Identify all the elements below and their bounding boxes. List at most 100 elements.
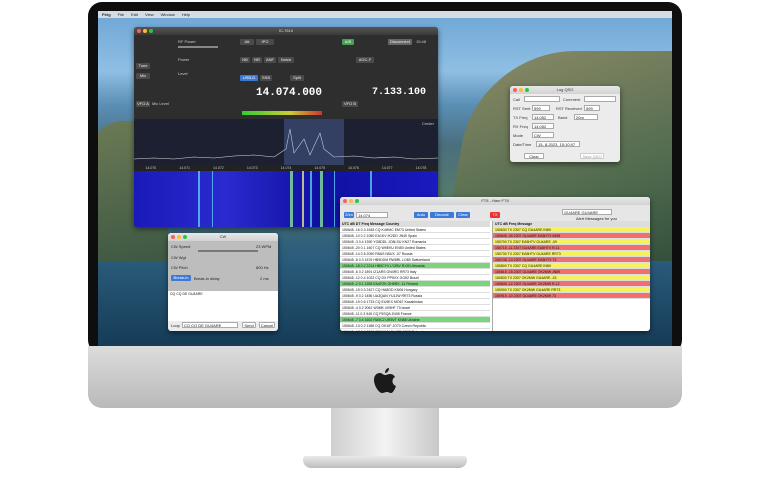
cancel-button[interactable]: Cancel	[259, 322, 275, 328]
radio-titlebar: IC-7610	[134, 27, 438, 35]
log-title: Log QSO	[556, 87, 574, 92]
level-label: Level	[178, 71, 188, 76]
cw-window: CW CW Speed 23 WPM CW Wgt CW Pitch 800 H…	[168, 233, 278, 331]
table-row[interactable]: 150645 -17 0.1 2312 SP9AWY DL6ZB JO62 Po…	[340, 329, 490, 331]
zoom-icon[interactable]	[183, 235, 187, 239]
mode-usb-button[interactable]: USB-D	[240, 75, 258, 81]
decode-list: UTC dB DT Freq Message Country 150645 -1…	[340, 221, 490, 331]
radio-title: IC-7610	[278, 28, 294, 33]
radio-panel: RF Power Power Tune Mic Level Mic Level …	[134, 35, 438, 119]
minimize-icon[interactable]	[519, 88, 523, 92]
cw-title: CW	[219, 234, 227, 239]
vfo-b-frequency[interactable]: 7.133.100	[372, 87, 426, 98]
vfo-a-frequency[interactable]: 14.074.000	[256, 87, 322, 99]
mode-ssb-button[interactable]: SSB	[260, 75, 272, 81]
close-icon[interactable]	[171, 235, 175, 239]
tx-freq-input[interactable]: 14.052	[532, 114, 554, 120]
spectrum-display: Center	[134, 119, 438, 165]
rst-recv-label: RST Received	[556, 106, 582, 111]
save-qso-button[interactable]: Save QSO	[580, 153, 604, 159]
tx-message-input[interactable]: GU4ARE GU4ARE	[562, 209, 612, 215]
tx-button[interactable]: TX	[490, 212, 500, 218]
menu-item-view[interactable]: View	[145, 12, 154, 17]
tx-freq-label: TX Freq	[513, 115, 528, 120]
rf-power-slider[interactable]	[178, 46, 218, 48]
mode-select[interactable]: CW	[532, 132, 554, 138]
desktop-screen: Flrig File Edit View Window Help IC-7610 RF P…	[98, 11, 672, 346]
comment-input[interactable]	[584, 96, 616, 102]
ft8-window: FT8 - Ham FT8 20m 14.074 Auto Decode Cle…	[340, 197, 650, 331]
s-meter	[242, 111, 322, 115]
spectrum-trace	[134, 119, 438, 165]
mic-level-label: Mic Level	[152, 101, 169, 106]
minimize-icon[interactable]	[349, 199, 353, 203]
cw-text-area[interactable]: CQ CQ DE GU4ARE	[168, 291, 278, 321]
cw-speed-slider[interactable]	[198, 250, 258, 252]
clock: 15:48	[416, 39, 427, 44]
close-icon[interactable]	[343, 199, 347, 203]
call-label: Call	[513, 97, 520, 102]
ft8-freq-input[interactable]: 14.074	[356, 212, 388, 218]
rst-sent-label: RST Sent	[513, 106, 531, 111]
rx-freq-input[interactable]: 14.052	[532, 123, 554, 129]
power-label: Power	[178, 57, 190, 62]
minimize-icon[interactable]	[143, 29, 147, 33]
menu-item-help[interactable]: Help	[182, 12, 190, 17]
a-b-button[interactable]: A/B	[342, 39, 354, 45]
zoom-icon[interactable]	[525, 88, 529, 92]
vfo-a-button[interactable]: VFO A	[136, 101, 150, 107]
decode-button[interactable]: Decode	[430, 212, 454, 218]
list-item[interactable]: 150915 -10 2307 GU4ARE OK2MW 73	[493, 293, 650, 299]
rst-recv-input[interactable]: 599	[584, 105, 600, 111]
tune-button[interactable]: Tune	[136, 63, 150, 69]
att-button[interactable]: Att	[240, 39, 254, 45]
menu-item-window[interactable]: Window	[161, 12, 175, 17]
cw-input[interactable]: CQ CQ DE GU4ARE	[182, 322, 238, 328]
send-button[interactable]: Send	[242, 322, 256, 328]
anf-button[interactable]: ANF	[264, 57, 276, 63]
ft8-titlebar: FT8 - Ham FT8	[340, 197, 650, 205]
close-icon[interactable]	[137, 29, 141, 33]
imac-frame: Flrig File Edit View Window Help IC-7610 RF P…	[0, 0, 768, 480]
cw-speed-value: 23 WPM	[256, 244, 272, 249]
apple-logo-icon	[374, 368, 396, 394]
cw-macro-text: CQ CQ DE GU4ARE	[170, 292, 203, 296]
nb-button[interactable]: NB	[240, 57, 250, 63]
clear-button[interactable]: Clear	[524, 153, 544, 159]
auto-button[interactable]: Auto	[414, 212, 428, 218]
zoom-icon[interactable]	[149, 29, 153, 33]
minimize-icon[interactable]	[177, 235, 181, 239]
log-titlebar: Log QSO	[510, 86, 620, 94]
nr-button[interactable]: NR	[252, 57, 262, 63]
mode-label: Mode	[513, 133, 524, 138]
rst-sent-input[interactable]: 599	[532, 105, 550, 111]
menu-item-flrig[interactable]: Flrig	[102, 12, 111, 17]
cw-pitch-value: 800 Hz	[256, 265, 269, 270]
imac-stand-foot	[303, 456, 467, 468]
zoom-icon[interactable]	[355, 199, 359, 203]
ft8-clear-button[interactable]: Clear	[456, 212, 470, 218]
vfo-b-button[interactable]: VFO B	[342, 101, 358, 107]
split-button[interactable]: Split	[290, 75, 304, 81]
menu-item-file[interactable]: File	[118, 12, 124, 17]
log-qso-window: Log QSO Call Comment RST Sent 599 RST Re…	[510, 86, 620, 162]
ft8-toolbar: 20m 14.074 Auto Decode Clear TX GU4ARE G…	[340, 205, 650, 221]
call-input[interactable]	[524, 96, 560, 102]
comment-label: Comment	[563, 97, 581, 102]
break-in-button[interactable]: Break-in	[171, 275, 191, 281]
band-label: Band	[558, 115, 568, 120]
mic-button[interactable]: Mic	[136, 73, 150, 79]
cw-titlebar: CW	[168, 233, 278, 241]
disconnect-button[interactable]: Disconnect	[388, 39, 412, 45]
date-input[interactable]: 15- 8-2023, 15:10:07	[536, 141, 580, 147]
menu-item-edit[interactable]: Edit	[131, 12, 138, 17]
close-icon[interactable]	[513, 88, 517, 92]
notch-button[interactable]: Notch	[278, 57, 294, 63]
agc-button[interactable]: AGC-F	[356, 57, 374, 63]
ft8-title: FT8 - Ham FT8	[481, 198, 509, 203]
date-label: Date/Time	[513, 142, 532, 147]
center-label: Center	[421, 121, 434, 126]
band-button[interactable]: 20m	[344, 212, 354, 218]
ipo-button[interactable]: IPO	[256, 39, 274, 45]
band-select[interactable]: 20m	[574, 114, 598, 120]
